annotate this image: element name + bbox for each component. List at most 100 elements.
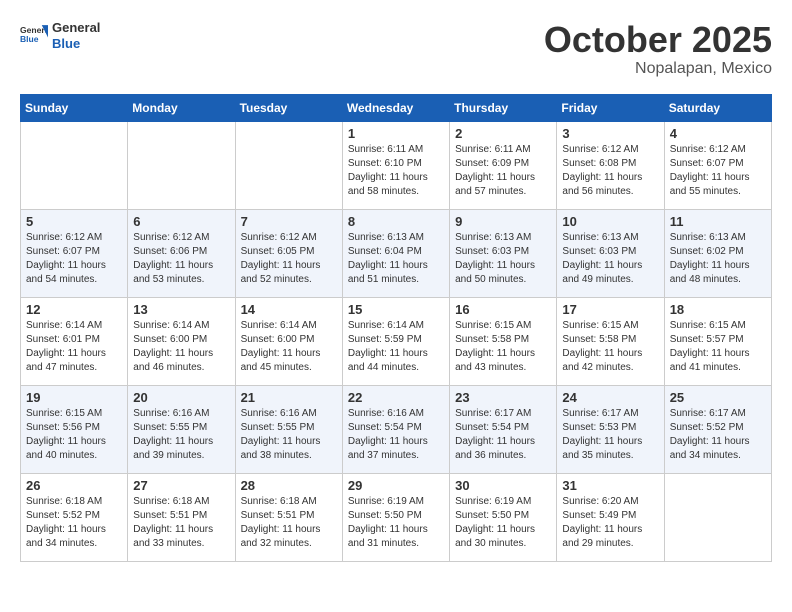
day-info: Sunrise: 6:20 AM Sunset: 5:49 PM Dayligh… [562,495,658,551]
calendar-cell: 24 Sunrise: 6:17 AM Sunset: 5:53 PM Dayl… [557,385,664,473]
calendar-cell [664,473,771,561]
day-info: Sunrise: 6:13 AM Sunset: 6:03 PM Dayligh… [562,231,658,287]
day-number: 3 [562,126,658,141]
day-number: 13 [133,302,229,317]
day-number: 29 [348,478,444,493]
day-number: 4 [670,126,766,141]
weekday-header-sunday: Sunday [21,94,128,121]
calendar-cell: 5 Sunrise: 6:12 AM Sunset: 6:07 PM Dayli… [21,209,128,297]
day-info: Sunrise: 6:14 AM Sunset: 6:00 PM Dayligh… [133,319,229,375]
calendar-cell: 23 Sunrise: 6:17 AM Sunset: 5:54 PM Dayl… [450,385,557,473]
calendar-week-3: 12 Sunrise: 6:14 AM Sunset: 6:01 PM Dayl… [21,297,772,385]
calendar-cell: 27 Sunrise: 6:18 AM Sunset: 5:51 PM Dayl… [128,473,235,561]
day-number: 22 [348,390,444,405]
calendar-cell: 8 Sunrise: 6:13 AM Sunset: 6:04 PM Dayli… [342,209,449,297]
day-number: 28 [241,478,337,493]
day-number: 14 [241,302,337,317]
weekday-header-row: SundayMondayTuesdayWednesdayThursdayFrid… [21,94,772,121]
day-info: Sunrise: 6:15 AM Sunset: 5:57 PM Dayligh… [670,319,766,375]
calendar-cell: 14 Sunrise: 6:14 AM Sunset: 6:00 PM Dayl… [235,297,342,385]
weekday-header-tuesday: Tuesday [235,94,342,121]
day-info: Sunrise: 6:18 AM Sunset: 5:51 PM Dayligh… [133,495,229,551]
weekday-header-saturday: Saturday [664,94,771,121]
day-info: Sunrise: 6:14 AM Sunset: 5:59 PM Dayligh… [348,319,444,375]
day-number: 2 [455,126,551,141]
day-info: Sunrise: 6:16 AM Sunset: 5:55 PM Dayligh… [241,407,337,463]
weekday-header-wednesday: Wednesday [342,94,449,121]
day-info: Sunrise: 6:12 AM Sunset: 6:05 PM Dayligh… [241,231,337,287]
calendar-cell: 12 Sunrise: 6:14 AM Sunset: 6:01 PM Dayl… [21,297,128,385]
calendar-week-2: 5 Sunrise: 6:12 AM Sunset: 6:07 PM Dayli… [21,209,772,297]
calendar-table: SundayMondayTuesdayWednesdayThursdayFrid… [20,94,772,562]
day-info: Sunrise: 6:18 AM Sunset: 5:52 PM Dayligh… [26,495,122,551]
day-number: 16 [455,302,551,317]
day-info: Sunrise: 6:12 AM Sunset: 6:08 PM Dayligh… [562,143,658,199]
calendar-cell [128,121,235,209]
logo-general: General [52,20,100,36]
weekday-header-thursday: Thursday [450,94,557,121]
day-number: 19 [26,390,122,405]
day-info: Sunrise: 6:12 AM Sunset: 6:06 PM Dayligh… [133,231,229,287]
calendar-cell: 11 Sunrise: 6:13 AM Sunset: 6:02 PM Dayl… [664,209,771,297]
calendar-cell: 21 Sunrise: 6:16 AM Sunset: 5:55 PM Dayl… [235,385,342,473]
day-info: Sunrise: 6:13 AM Sunset: 6:04 PM Dayligh… [348,231,444,287]
calendar-cell: 9 Sunrise: 6:13 AM Sunset: 6:03 PM Dayli… [450,209,557,297]
calendar-cell: 20 Sunrise: 6:16 AM Sunset: 5:55 PM Dayl… [128,385,235,473]
day-info: Sunrise: 6:17 AM Sunset: 5:53 PM Dayligh… [562,407,658,463]
calendar-cell: 18 Sunrise: 6:15 AM Sunset: 5:57 PM Dayl… [664,297,771,385]
title-block: October 2025 Nopalapan, Mexico [544,20,772,78]
day-info: Sunrise: 6:15 AM Sunset: 5:58 PM Dayligh… [562,319,658,375]
calendar-cell: 30 Sunrise: 6:19 AM Sunset: 5:50 PM Dayl… [450,473,557,561]
day-info: Sunrise: 6:19 AM Sunset: 5:50 PM Dayligh… [348,495,444,551]
day-info: Sunrise: 6:17 AM Sunset: 5:54 PM Dayligh… [455,407,551,463]
day-number: 20 [133,390,229,405]
day-info: Sunrise: 6:17 AM Sunset: 5:52 PM Dayligh… [670,407,766,463]
calendar-cell: 2 Sunrise: 6:11 AM Sunset: 6:09 PM Dayli… [450,121,557,209]
day-number: 23 [455,390,551,405]
calendar-week-4: 19 Sunrise: 6:15 AM Sunset: 5:56 PM Dayl… [21,385,772,473]
calendar-cell: 16 Sunrise: 6:15 AM Sunset: 5:58 PM Dayl… [450,297,557,385]
day-number: 1 [348,126,444,141]
day-info: Sunrise: 6:16 AM Sunset: 5:55 PM Dayligh… [133,407,229,463]
day-number: 17 [562,302,658,317]
day-info: Sunrise: 6:14 AM Sunset: 6:00 PM Dayligh… [241,319,337,375]
day-number: 11 [670,214,766,229]
weekday-header-friday: Friday [557,94,664,121]
day-info: Sunrise: 6:15 AM Sunset: 5:58 PM Dayligh… [455,319,551,375]
day-info: Sunrise: 6:16 AM Sunset: 5:54 PM Dayligh… [348,407,444,463]
calendar-week-1: 1 Sunrise: 6:11 AM Sunset: 6:10 PM Dayli… [21,121,772,209]
calendar-cell: 17 Sunrise: 6:15 AM Sunset: 5:58 PM Dayl… [557,297,664,385]
day-number: 8 [348,214,444,229]
day-number: 25 [670,390,766,405]
calendar-cell: 1 Sunrise: 6:11 AM Sunset: 6:10 PM Dayli… [342,121,449,209]
calendar-cell: 10 Sunrise: 6:13 AM Sunset: 6:03 PM Dayl… [557,209,664,297]
day-number: 5 [26,214,122,229]
day-number: 12 [26,302,122,317]
calendar-cell: 19 Sunrise: 6:15 AM Sunset: 5:56 PM Dayl… [21,385,128,473]
day-info: Sunrise: 6:15 AM Sunset: 5:56 PM Dayligh… [26,407,122,463]
day-number: 26 [26,478,122,493]
weekday-header-monday: Monday [128,94,235,121]
calendar-cell: 31 Sunrise: 6:20 AM Sunset: 5:49 PM Dayl… [557,473,664,561]
day-number: 6 [133,214,229,229]
calendar-cell: 13 Sunrise: 6:14 AM Sunset: 6:00 PM Dayl… [128,297,235,385]
day-info: Sunrise: 6:13 AM Sunset: 6:03 PM Dayligh… [455,231,551,287]
calendar-cell: 29 Sunrise: 6:19 AM Sunset: 5:50 PM Dayl… [342,473,449,561]
day-number: 9 [455,214,551,229]
logo-icon: General Blue [20,22,48,50]
day-number: 21 [241,390,337,405]
month-title: October 2025 [544,20,772,60]
location: Nopalapan, Mexico [544,60,772,78]
logo-blue: Blue [52,36,100,52]
calendar-cell [235,121,342,209]
calendar-cell: 25 Sunrise: 6:17 AM Sunset: 5:52 PM Dayl… [664,385,771,473]
day-info: Sunrise: 6:13 AM Sunset: 6:02 PM Dayligh… [670,231,766,287]
day-number: 24 [562,390,658,405]
day-number: 18 [670,302,766,317]
day-number: 27 [133,478,229,493]
day-number: 7 [241,214,337,229]
day-info: Sunrise: 6:12 AM Sunset: 6:07 PM Dayligh… [670,143,766,199]
calendar-cell: 4 Sunrise: 6:12 AM Sunset: 6:07 PM Dayli… [664,121,771,209]
calendar-cell: 15 Sunrise: 6:14 AM Sunset: 5:59 PM Dayl… [342,297,449,385]
calendar-week-5: 26 Sunrise: 6:18 AM Sunset: 5:52 PM Dayl… [21,473,772,561]
